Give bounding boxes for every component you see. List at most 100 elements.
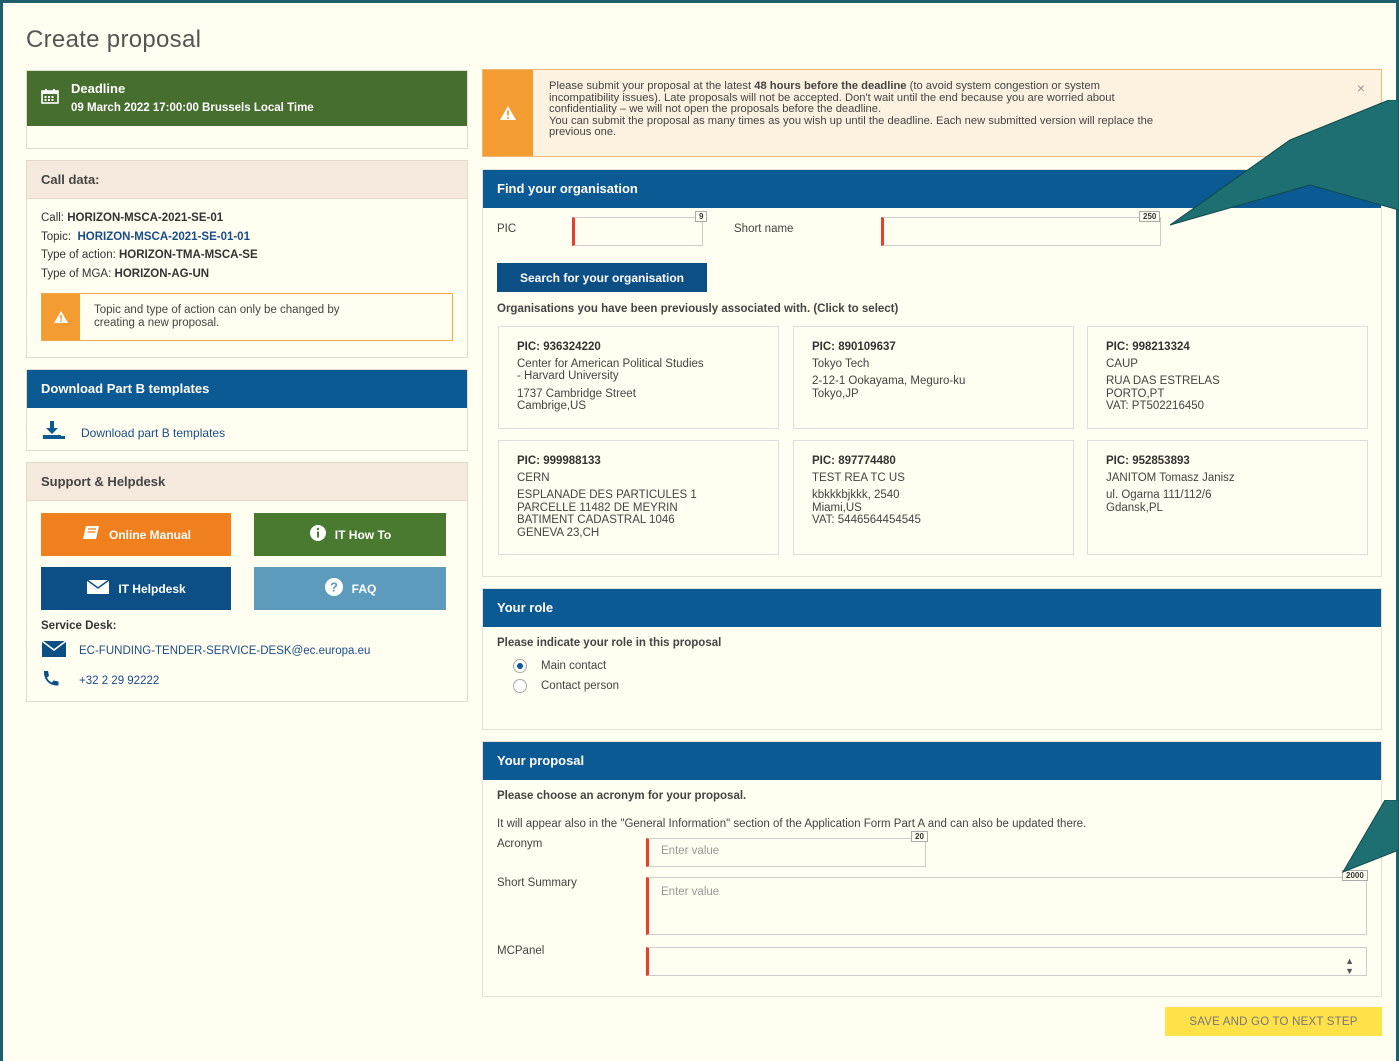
org-address: 1737 Cambridge Street [517, 387, 636, 400]
short-name-input[interactable] [881, 217, 1161, 246]
role-option-main-label: Main contact [541, 660, 607, 672]
topic-link[interactable]: HORIZON-MSCA-2021-SE-01-01 [77, 231, 250, 243]
deadline-value: 09 March 2022 17:00:00 Brussels Local Ti… [71, 102, 314, 114]
deadline-warning-banner: Please submit your proposal at the lates… [482, 69, 1382, 157]
role-option-contact-person[interactable]: Contact person [513, 679, 1367, 693]
it-helpdesk-label: IT Helpdesk [118, 581, 186, 596]
org-card[interactable]: PIC: 998213324 CAUP RUA DAS ESTRELAS POR… [1087, 326, 1368, 429]
short-name-label: Short name [734, 223, 794, 235]
banner-line4: You can submit the proposal as many time… [549, 114, 1154, 127]
call-label: Call: [41, 212, 65, 224]
org-pic: PIC: 999988133 [517, 455, 601, 467]
pic-label: PIC [497, 223, 517, 235]
svg-text:?: ? [330, 579, 338, 594]
org-pic: PIC: 897774480 [812, 455, 896, 467]
acronym-counter: 20 [911, 831, 928, 842]
download-templates-label: Download part B templates [81, 425, 226, 440]
org-address: RUA DAS ESTRELAS [1106, 375, 1220, 387]
banner-line1-post: (to avoid system congestion or system [906, 80, 1100, 92]
question-icon: ? [324, 577, 344, 601]
mga-value: HORIZON-AG-UN [114, 267, 210, 280]
close-icon[interactable]: × [1357, 80, 1365, 96]
action-value: HORIZON-TMA-MSCA-SE [119, 249, 258, 261]
book-icon [81, 525, 101, 545]
org-vat: VAT: PT502216450 [1106, 400, 1205, 412]
acronym-input[interactable]: Enter value [646, 838, 926, 867]
support-panel: Support & Helpdesk Online Manual IT How … [26, 462, 468, 702]
service-email-link[interactable]: EC-FUNDING-TENDER-SERVICE-DESK@ec.europa… [79, 645, 370, 657]
mga-row: Type of MGA: HORIZON-AG-UN [41, 265, 453, 284]
topic-label: Topic: [41, 230, 72, 243]
download-templates-link[interactable]: Download part B templates [27, 408, 467, 457]
org-pic: PIC: 952853893 [1106, 455, 1190, 467]
search-organisation-button[interactable]: Search for your organisation [497, 263, 707, 292]
org-name: JANITOM Tomasz Janisz [1106, 471, 1235, 484]
acronym-label: Acronym [497, 838, 543, 850]
envelope-icon [86, 578, 110, 599]
online-manual-button[interactable]: Online Manual [41, 513, 231, 556]
org-address: 2-12-1 Ookayama, Meguro-ku [812, 375, 966, 387]
action-row: Type of action: HORIZON-TMA-MSCA-SE [41, 246, 453, 265]
select-arrows-icon: ▲ ▼ [1345, 956, 1354, 976]
it-helpdesk-button[interactable]: IT Helpdesk [41, 567, 231, 610]
role-option-main-contact[interactable]: Main contact [513, 659, 1367, 673]
short-summary-label: Short Summary [497, 877, 577, 889]
proposal-question: Please choose an acronym for your propos… [497, 790, 747, 802]
org-address: GENEVA 23,CH [517, 526, 600, 539]
banner-line1: Please submit your proposal at the lates… [549, 80, 1153, 93]
pic-input[interactable] [572, 217, 703, 246]
mcpanel-select[interactable]: ▲ ▼ [646, 947, 1367, 976]
deadline-label: Deadline [71, 81, 126, 96]
phone-icon [41, 670, 67, 692]
info-icon [309, 524, 327, 546]
warning-icon [483, 70, 533, 156]
short-summary-input[interactable]: Enter value [646, 877, 1367, 935]
org-name: CAUP [1106, 357, 1138, 370]
it-how-to-label: IT How To [334, 527, 392, 542]
org-address: PARCELLE 11482 DE MEYRIN [517, 501, 678, 514]
role-option-contact-label: Contact person [541, 680, 619, 692]
org-address: Tokyo,JP [812, 387, 859, 400]
org-address: BATIMENT CADASTRAL 1046 [517, 514, 675, 526]
download-panel: Download Part B templates Download part … [26, 369, 468, 451]
faq-label: FAQ [351, 581, 377, 596]
org-address: ESPLANADE DES PARTICULES 1 [517, 489, 697, 501]
radio-selected[interactable] [513, 659, 527, 673]
org-card[interactable]: PIC: 890109637 Tokyo Tech 2-12-1 Ookayam… [793, 326, 1074, 429]
short-summary-counter: 2000 [1342, 870, 1368, 881]
radio-unselected[interactable] [513, 679, 527, 693]
banner-line1-bold: 48 hours before the deadline [754, 80, 907, 92]
save-next-button[interactable]: SAVE AND GO TO NEXT STEP [1165, 1007, 1382, 1036]
warning-icon [42, 294, 80, 340]
action-label: Type of action: [41, 249, 116, 261]
proposal-note: It will appear also in the "General Info… [497, 818, 1087, 830]
find-organisation-panel: Find your organisation PIC 9 Short name … [482, 169, 1382, 577]
banner-line5: previous one. [549, 126, 617, 138]
org-card[interactable]: PIC: 936324220 Center for American Polit… [498, 326, 779, 429]
deadline-panel: Deadline 09 March 2022 17:00:00 Brussels… [26, 70, 468, 149]
associated-orgs-label: Organisations you have been previously a… [497, 303, 899, 315]
mcpanel-label: MCPanel [497, 945, 545, 957]
org-address: Cambrige,US [517, 400, 587, 412]
mga-label: Type of MGA: [41, 267, 112, 280]
call-value: HORIZON-MSCA-2021-SE-01 [67, 212, 224, 224]
service-desk-label: Service Desk: [41, 620, 117, 632]
org-card[interactable]: PIC: 952853893 JANITOM Tomasz Janisz ul.… [1087, 440, 1368, 555]
service-email-row[interactable]: EC-FUNDING-TENDER-SERVICE-DESK@ec.europa… [27, 632, 467, 662]
org-card[interactable]: PIC: 897774480 TEST REA TC US kbkkkbjkkk… [793, 440, 1074, 555]
topic-warning: Topic and type of action can only be cha… [41, 293, 453, 341]
org-address: ul. Ogarna 111/112/6 [1106, 489, 1212, 501]
it-how-to-button[interactable]: IT How To [254, 513, 446, 556]
org-name: Tokyo Tech [812, 357, 870, 370]
service-phone: +32 2 29 92222 [79, 675, 160, 687]
org-address: Miami,US [812, 501, 862, 514]
faq-button[interactable]: ? FAQ [254, 567, 446, 610]
org-card[interactable]: PIC: 999988133 CERN ESPLANADE DES PARTIC… [498, 440, 779, 555]
org-name: CERN [517, 471, 550, 484]
service-phone-row[interactable]: +32 2 29 92222 [27, 662, 467, 692]
short-name-counter: 250 [1139, 211, 1161, 222]
org-address: Gdansk,PL [1106, 501, 1163, 514]
banner-line1-pre: Please submit your proposal at the lates… [549, 80, 755, 92]
topic-warning-line2: creating a new proposal. [94, 317, 220, 329]
org-pic: PIC: 998213324 [1106, 341, 1190, 353]
